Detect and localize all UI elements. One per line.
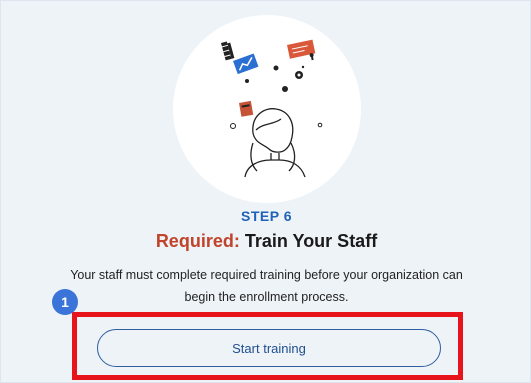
required-prefix: Required: (155, 231, 240, 251)
title-main: Train Your Staff (239, 231, 378, 251)
description-line-2: begin the enrollment process. (184, 290, 349, 304)
person-thinking-icon (221, 39, 323, 178)
page-title: Required: Train Your Staff (1, 231, 531, 252)
step-card: STEP 6 Required: Train Your Staff Your s… (0, 0, 531, 383)
training-illustration (173, 15, 361, 203)
step-marker-badge: 1 (52, 289, 78, 315)
step-number-label: STEP 6 (241, 208, 292, 224)
step-description: Your staff must complete required traini… (9, 264, 524, 308)
description-line-1: Your staff must complete required traini… (70, 268, 463, 282)
start-training-button[interactable]: Start training (97, 329, 441, 367)
